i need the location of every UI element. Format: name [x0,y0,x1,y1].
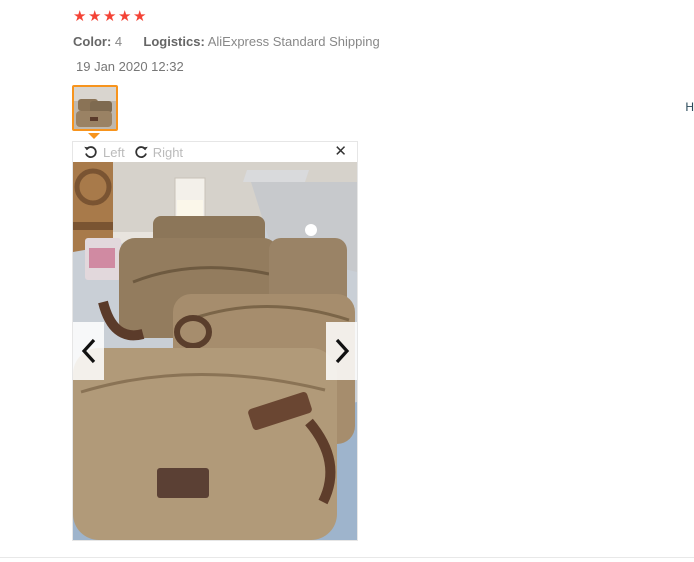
photo-viewer: Left Right ✕ [72,141,358,541]
review-date: 19 Jan 2020 12:32 [76,59,184,74]
review-photo-thumbnail[interactable] [72,85,118,131]
star-icon: ★ [88,8,102,25]
section-divider [0,557,694,558]
close-viewer-button[interactable]: ✕ [334,144,347,160]
star-icon: ★ [118,8,132,25]
viewer-toolbar: Left Right ✕ [73,142,357,162]
rotate-left-icon [84,146,97,158]
previous-photo-button[interactable] [73,322,104,380]
chevron-right-icon [335,338,349,364]
rating-stars: ★ ★ ★ ★ ★ [73,8,147,25]
logistics-value: AliExpress Standard Shipping [207,34,380,49]
review-photo [73,162,357,540]
chevron-left-icon [81,338,95,364]
star-icon: ★ [133,8,147,25]
star-icon: ★ [73,8,87,25]
star-icon: ★ [103,8,117,25]
color-label: Color: [73,34,112,49]
thumbnail-pointer [88,133,100,139]
truncated-text: H [685,100,694,114]
logistics-label: Logistics: [143,34,205,49]
next-photo-button[interactable] [326,322,357,380]
rotate-right-button[interactable]: Right [133,144,183,160]
rotate-right-label: Right [152,144,184,160]
rotate-left-label: Left [103,144,125,160]
rotate-left-button[interactable]: Left [83,144,125,160]
rotate-right-icon [135,146,148,158]
color-value: 4 [114,34,123,49]
review-meta: Color: 4 Logistics: AliExpress Standard … [73,34,380,49]
